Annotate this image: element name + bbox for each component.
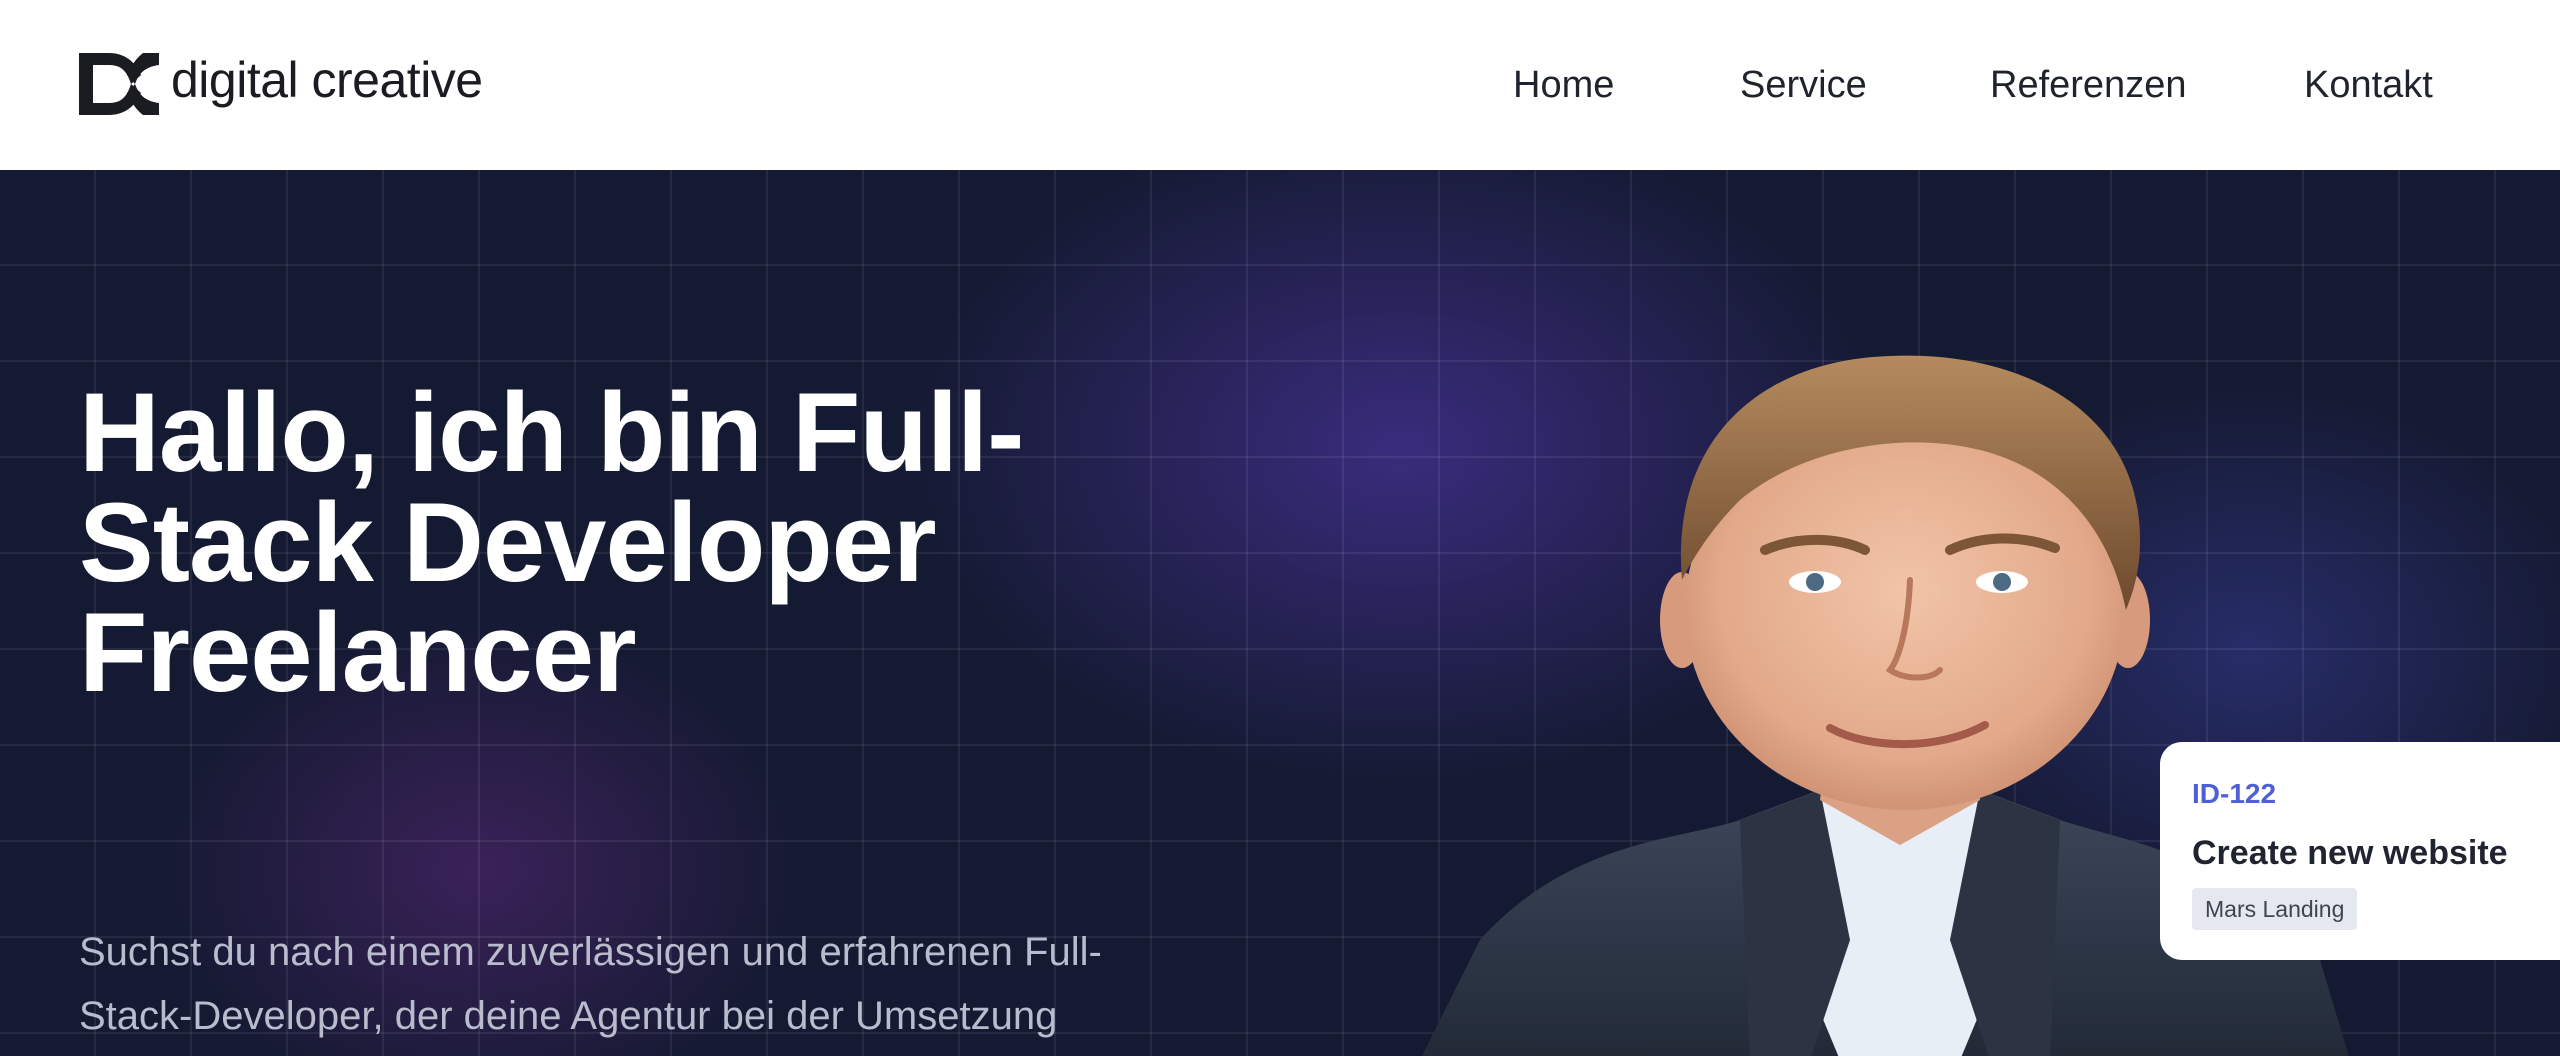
hero-section: Hallo, ich bin Full- Stack Developer Fre…	[0, 170, 2560, 1056]
brand-logo[interactable]: digital creative	[79, 52, 483, 115]
hero-description-line: Stack-Developer, der deine Agentur bei d…	[79, 994, 1058, 1038]
dc-monogram-icon	[79, 53, 159, 115]
hero-title-line: Hallo, ich bin Full-	[79, 370, 1024, 495]
nav-service[interactable]: Service	[1740, 60, 1867, 110]
hero-title: Hallo, ich bin Full- Stack Developer Fre…	[79, 370, 1179, 715]
site-header: digital creative Home Service Referenzen…	[0, 0, 2560, 170]
task-title: Create new website	[2192, 834, 2508, 872]
nav-home[interactable]: Home	[1513, 60, 1614, 110]
brand-name: digital creative	[171, 52, 483, 108]
hero-title-line: Freelancer	[79, 590, 637, 715]
nav-referenzen[interactable]: Referenzen	[1990, 60, 2186, 110]
task-card[interactable]: ID-122 Create new website Mars Landing	[2160, 742, 2560, 960]
hero-title-line: Stack Developer	[79, 480, 937, 605]
task-id: ID-122	[2192, 778, 2277, 809]
hero-description: Suchst du nach einem zuverlässigen und e…	[79, 920, 1179, 1048]
nav-kontakt[interactable]: Kontakt	[2304, 60, 2433, 110]
task-tag: Mars Landing	[2192, 888, 2358, 930]
hero-description-line: Suchst du nach einem zuverlässigen und e…	[79, 930, 1102, 974]
